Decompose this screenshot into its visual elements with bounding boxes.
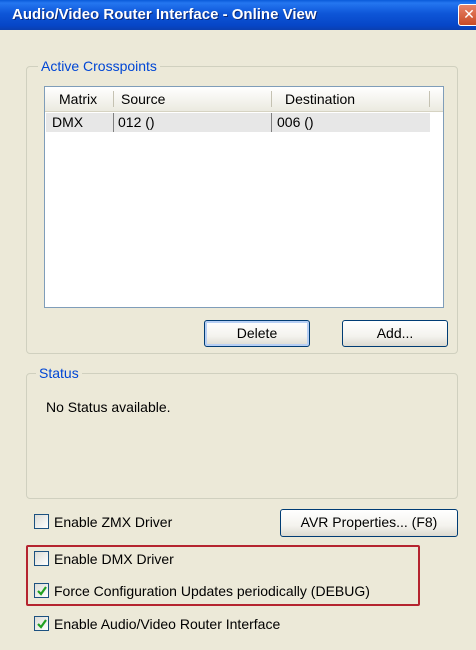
- avr-properties-button[interactable]: AVR Properties... (F8): [280, 509, 458, 537]
- crosspoints-list[interactable]: Matrix Source Destination DMX 012 () 006…: [44, 86, 444, 308]
- enable-avr-label: Enable Audio/Video Router Interface: [54, 616, 281, 632]
- check-icon: [37, 619, 47, 629]
- checkbox-box[interactable]: [34, 514, 49, 529]
- highlight-annotation: [26, 545, 420, 606]
- delete-button[interactable]: Delete: [204, 320, 310, 347]
- active-crosspoints-label: Active Crosspoints: [38, 58, 160, 74]
- status-text: No Status available.: [46, 399, 171, 415]
- cell-divider: [113, 113, 114, 132]
- column-separator[interactable]: [113, 91, 114, 107]
- crosspoints-list-header: Matrix Source Destination: [45, 87, 443, 112]
- cell-divider: [271, 113, 272, 132]
- column-header-source[interactable]: Source: [121, 87, 165, 111]
- status-label: Status: [36, 365, 82, 381]
- row-matrix-cell: DMX: [52, 114, 84, 130]
- status-group: [26, 373, 458, 499]
- add-button[interactable]: Add...: [342, 320, 448, 347]
- title-bar[interactable]: Audio/Video Router Interface - Online Vi…: [0, 0, 476, 30]
- column-header-destination[interactable]: Destination: [285, 87, 355, 111]
- row-source-cell: 012 (): [118, 114, 155, 130]
- column-separator[interactable]: [429, 91, 430, 107]
- close-icon: ✕: [463, 6, 475, 22]
- window-title: Audio/Video Router Interface - Online Vi…: [12, 6, 317, 23]
- checkbox-box[interactable]: [34, 616, 49, 631]
- enable-zmx-label: Enable ZMX Driver: [54, 514, 173, 530]
- column-separator[interactable]: [271, 91, 272, 107]
- close-button[interactable]: ✕: [458, 4, 476, 26]
- row-destination-cell: 006 (): [277, 114, 314, 130]
- column-header-matrix[interactable]: Matrix: [59, 87, 97, 111]
- table-row[interactable]: DMX 012 () 006 (): [46, 113, 430, 132]
